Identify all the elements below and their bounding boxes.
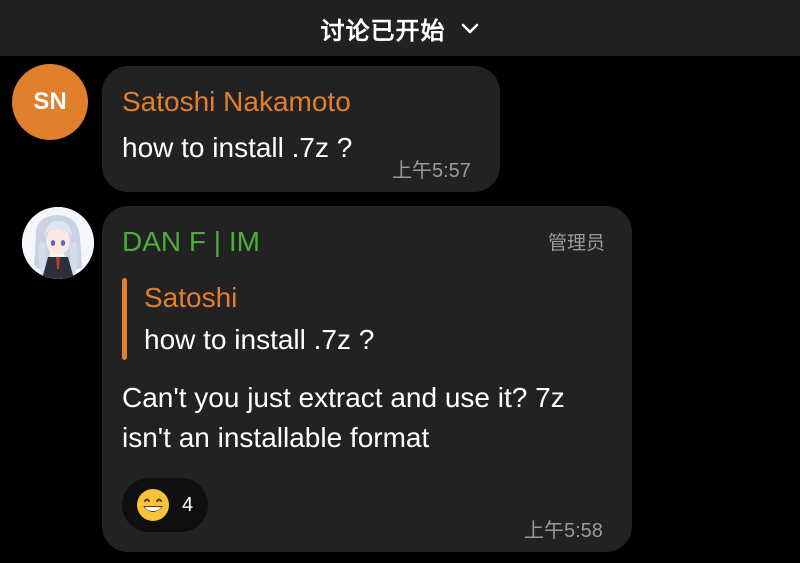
message-timestamp: 上午5:58 [524,520,603,542]
sender-name[interactable]: DAN F | IM [122,226,260,258]
grinning-face-emoji-icon [137,489,169,521]
chat-screen: 讨论已开始 SN Satoshi Nakamoto how to install… [0,0,800,563]
avatar[interactable]: SN [12,64,88,140]
admin-role-label: 管理员 [548,232,606,254]
quote-bar [122,278,127,360]
chat-header: 讨论已开始 [0,0,800,56]
sender-name[interactable]: Satoshi Nakamoto [122,86,351,118]
quote-sender-name: Satoshi [144,282,238,313]
message-timestamp: 上午5:57 [392,160,471,182]
reaction-chip[interactable]: 4 [122,478,208,532]
message-text-line-2: isn't an installable format [122,422,430,453]
anime-girl-avatar-image [22,207,94,279]
message-text: how to install .7z ? [122,132,353,163]
discussion-title: 讨论已开始 [320,16,446,45]
discussion-title-dropdown[interactable]: 讨论已开始 [321,11,480,46]
message-bubble[interactable]: DAN F | IM 管理员 Satoshi how to install .7… [102,206,632,552]
quote-text: how to install .7z ? [144,324,375,355]
chevron-down-icon [461,23,478,34]
message-text-line-1: Can't you just extract and use it? 7z [122,382,565,413]
avatar[interactable] [22,207,94,279]
message-bubble[interactable]: Satoshi Nakamoto how to install .7z ? 上午… [102,66,500,192]
reaction-count: 4 [182,493,194,516]
avatar-initials: SN [33,88,67,115]
